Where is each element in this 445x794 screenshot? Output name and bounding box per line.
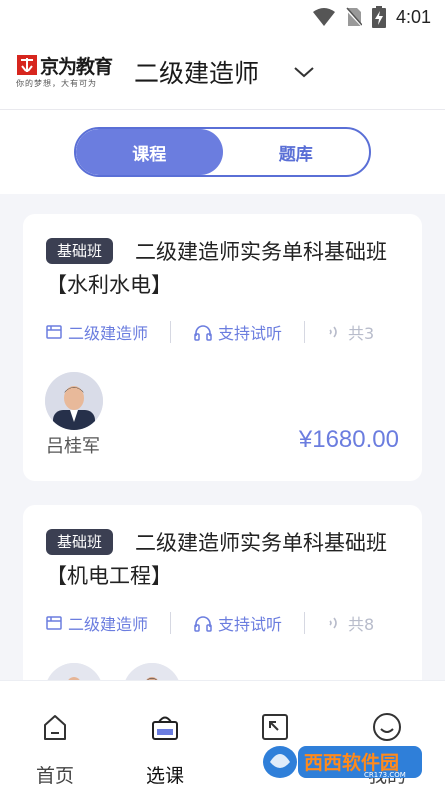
tab-home[interactable]: 首页 — [20, 711, 90, 788]
tab-home-label: 首页 — [35, 765, 74, 787]
course-card[interactable]: 基础班 二级建造师实务单科基础班【水利水电】 二级建造师 支持试听 共3 吕桂军 … — [23, 214, 422, 481]
sound-wave-icon — [329, 617, 337, 629]
course-title: 基础班 二级建造师实务单科基础班【水利水电】 — [46, 236, 406, 302]
shopping-basket-icon — [152, 716, 178, 740]
divider — [170, 612, 172, 634]
teacher-avatar — [45, 663, 103, 680]
no-sim-icon — [345, 7, 362, 27]
course-category: 二级建造师 — [45, 611, 148, 635]
course-card[interactable]: 基础班 二级建造师实务单科基础班【机电工程】 二级建造师 支持试听 共8 — [23, 505, 422, 680]
course-category-label: 二级建造师 — [68, 324, 149, 343]
teacher-list — [45, 663, 181, 680]
teacher-avatar — [45, 372, 103, 430]
course-lessons-label: 共8 — [348, 615, 375, 634]
chevron-down-icon[interactable] — [290, 58, 318, 86]
battery-charging-icon — [371, 6, 386, 28]
teacher-list — [45, 372, 103, 430]
course-lessons: 共3 — [327, 320, 374, 344]
course-title: 基础班 二级建造师实务单科基础班【机电工程】 — [46, 527, 406, 593]
tab-course-select-label: 选课 — [145, 765, 184, 787]
course-price: ¥1680.00 — [298, 426, 399, 453]
tab-courses[interactable]: 课程 — [76, 129, 223, 175]
teacher-avatar — [123, 663, 181, 680]
app-header: 京为教育 你的梦想，大有可为 二级建造师 — [0, 38, 445, 110]
home-icon — [44, 715, 66, 740]
headphones-icon — [194, 325, 212, 341]
sound-wave-icon — [329, 326, 337, 338]
watermark-logo: 西西软件园 CR173.COM — [258, 738, 428, 784]
tab-course-select[interactable]: 选课 — [130, 711, 200, 788]
brand-slogan: 你的梦想，大有可为 — [16, 79, 97, 88]
teacher-name: 吕桂军 — [46, 436, 100, 457]
course-meta: 二级建造师 支持试听 共8 — [45, 609, 422, 637]
book-icon — [46, 616, 62, 630]
segment-bar: 课程 题库 — [0, 110, 445, 194]
headphones-icon — [194, 616, 212, 632]
status-time: 4:01 — [395, 6, 431, 27]
course-trial: 支持试听 — [193, 320, 282, 344]
tab-question-bank[interactable]: 题库 — [223, 129, 370, 175]
course-tag: 基础班 — [46, 238, 114, 264]
course-trial: 支持试听 — [193, 611, 282, 635]
course-lessons-label: 共3 — [348, 324, 375, 343]
course-lessons: 共8 — [327, 611, 374, 635]
brand-mark-icon — [17, 55, 37, 75]
course-list: 基础班 二级建造师实务单科基础班【水利水电】 二级建造师 支持试听 共3 吕桂军 … — [0, 194, 445, 680]
book-icon — [46, 325, 62, 339]
course-category: 二级建造师 — [45, 320, 148, 344]
divider — [170, 321, 172, 343]
course-meta: 二级建造师 支持试听 共3 — [45, 318, 422, 346]
segmented-control: 课程 题库 — [74, 127, 371, 177]
course-trial-label: 支持试听 — [218, 615, 283, 634]
course-trial-label: 支持试听 — [218, 324, 283, 343]
brand-name: 京为教育 — [40, 56, 113, 78]
course-tag: 基础班 — [46, 529, 114, 555]
status-bar: 4:01 — [0, 0, 445, 38]
watermark-domain: CR173.COM — [364, 771, 406, 779]
wifi-icon — [312, 8, 335, 26]
course-category-label: 二级建造师 — [68, 615, 149, 634]
divider — [304, 321, 306, 343]
exam-category-title[interactable]: 二级建造师 — [134, 54, 259, 90]
divider — [304, 612, 306, 634]
brand-logo: 京为教育 你的梦想，大有可为 — [14, 52, 134, 94]
